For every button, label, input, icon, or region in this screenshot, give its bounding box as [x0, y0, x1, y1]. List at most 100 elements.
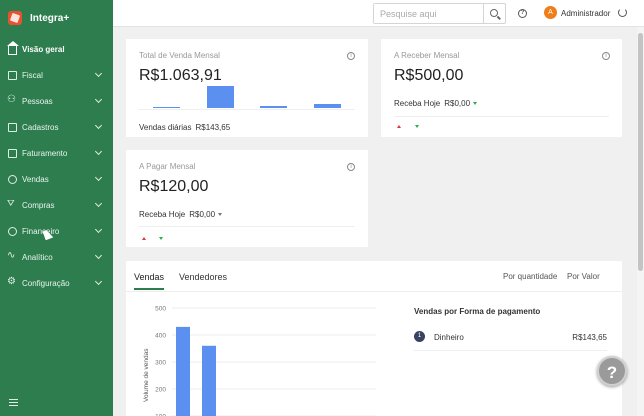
help-icon[interactable]: ?: [518, 9, 527, 18]
tab-vendedores[interactable]: Vendedores: [179, 272, 227, 282]
info-icon[interactable]: i: [602, 52, 610, 60]
trend-down-icon: [159, 237, 163, 240]
fiscal-icon: [8, 70, 17, 80]
collapse-menu-icon[interactable]: [9, 399, 18, 408]
chevron-down-icon: [94, 277, 103, 286]
payment-row: 1 Dinheiro R$143,65: [414, 331, 607, 342]
avatar[interactable]: A: [544, 6, 557, 19]
sales-bar-chart: 100200300400500Volume de vendas: [143, 306, 376, 416]
y-tick-label: 200: [155, 387, 166, 394]
chevron-down-icon: [94, 173, 103, 182]
card-value: R$1.063,91: [139, 67, 222, 84]
people-icon: [7, 94, 17, 106]
card-title: A Receber Mensal: [394, 51, 460, 60]
card-sub-label: Vendas diárias: [139, 123, 192, 132]
divider: [139, 226, 355, 227]
search-box: [373, 3, 506, 24]
info-icon[interactable]: i: [347, 163, 355, 171]
trend-up-icon: [397, 125, 401, 128]
caret-down-icon: [218, 213, 223, 217]
sidebar-nav: Visão geral Fiscal Pessoas Cadastros Fat…: [0, 36, 113, 296]
divider: [394, 116, 609, 117]
caret-down-icon: [473, 102, 478, 106]
chevron-down-icon: [94, 225, 103, 234]
search-icon: [490, 9, 498, 17]
money-icon: [8, 226, 17, 236]
billing-icon: [8, 148, 17, 158]
sidebar-item-visao-geral[interactable]: Visão geral: [0, 36, 113, 62]
tab-vendas[interactable]: Vendas: [134, 272, 165, 290]
card-sub-value: R$0,00: [189, 210, 216, 219]
card-value: R$500,00: [394, 67, 464, 84]
chevron-down-icon: [94, 121, 103, 130]
sidebar: Integra+ Visão geral Fiscal Pessoas Cada…: [0, 0, 113, 416]
sales-icon: [8, 174, 17, 184]
sales-tabs: Vendas Vendedores Por quantidade Por Val…: [126, 261, 622, 292]
sales-card: Vendas Vendedores Por quantidade Por Val…: [126, 261, 622, 416]
info-icon[interactable]: i: [347, 52, 355, 60]
payment-name: Dinheiro: [434, 333, 464, 342]
scrollbar[interactable]: [637, 27, 644, 416]
y-tick-label: 400: [155, 333, 166, 340]
tab-por-valor[interactable]: Por Valor: [567, 272, 600, 281]
chevron-down-icon: [94, 95, 103, 104]
y-tick-label: 300: [155, 360, 166, 367]
card-a-receber: A Receber Mensal R$500,00 i Receba Hoje R…: [381, 39, 622, 137]
scrollbar-thumb[interactable]: [638, 33, 643, 271]
rank-badge: 1: [414, 331, 425, 342]
card-sub-label: Receba Hoje: [139, 210, 186, 219]
card-sub-value: R$143,65: [195, 123, 231, 132]
sidebar-item-configuracao[interactable]: Configuração: [0, 270, 113, 296]
gear-icon: [7, 276, 17, 288]
card-title: A Pagar Mensal: [139, 162, 196, 171]
search-button[interactable]: [483, 4, 505, 23]
topbar: ? A Administrador: [113, 0, 644, 27]
sidebar-item-cadastros[interactable]: Cadastros: [0, 114, 113, 140]
brand[interactable]: Integra+: [8, 8, 69, 28]
payment-title: Vendas por Forma de pagamento: [414, 307, 541, 316]
chevron-down-icon: [94, 199, 103, 208]
user-name[interactable]: Administrador: [561, 9, 610, 18]
y-tick-label: 500: [155, 306, 166, 313]
sidebar-item-fiscal[interactable]: Fiscal: [0, 62, 113, 88]
logo-icon: [8, 11, 22, 25]
mini-bar: [260, 106, 287, 108]
card-sub-label: Receba Hoje: [394, 99, 441, 108]
card-total-venda: Total de Venda Mensal R$1.063,91 i Venda…: [126, 39, 368, 137]
register-icon: [8, 122, 17, 132]
mini-bar: [153, 106, 180, 108]
sidebar-item-vendas[interactable]: Vendas: [0, 166, 113, 192]
sidebar-item-financeiro[interactable]: Financeiro: [0, 218, 113, 244]
trend-up-icon: [142, 237, 146, 240]
card-sub[interactable]: Receba Hoje R$0,00: [394, 99, 478, 108]
sidebar-item-pessoas[interactable]: Pessoas: [0, 88, 113, 114]
mini-bar: [207, 86, 234, 108]
help-fab-button[interactable]: ?: [597, 356, 627, 386]
card-sub[interactable]: Receba Hoje R$0,00: [139, 210, 223, 219]
card-a-pagar: A Pagar Mensal R$120,00 i Receba Hoje R$0…: [126, 150, 368, 247]
analytics-icon: [7, 250, 17, 262]
refresh-icon[interactable]: [618, 8, 627, 17]
payment-amount: R$143,65: [572, 333, 607, 342]
divider: [139, 109, 355, 110]
sidebar-item-analitico[interactable]: Analítico: [0, 244, 113, 270]
search-input[interactable]: [374, 4, 483, 23]
sidebar-item-faturamento[interactable]: Faturamento: [0, 140, 113, 166]
card-title: Total de Venda Mensal: [139, 51, 220, 60]
sidebar-item-compras[interactable]: Compras: [0, 192, 113, 218]
card-sub: Vendas diárias R$143,65: [139, 123, 230, 132]
card-value: R$120,00: [139, 178, 209, 195]
chevron-down-icon: [94, 69, 103, 78]
mini-bar: [314, 104, 341, 108]
y-axis-label: Volume de vendas: [143, 348, 150, 402]
cart-icon: [7, 198, 17, 210]
chevron-down-icon: [94, 147, 103, 156]
app-name: Integra+: [30, 12, 70, 24]
chart-bar: [202, 345, 216, 416]
chevron-down-icon: [94, 251, 103, 260]
trend-down-icon: [415, 125, 419, 128]
chart-bar: [176, 326, 190, 416]
card-sub-value: R$0,00: [444, 99, 471, 108]
home-icon: [7, 40, 19, 55]
tab-por-quantidade[interactable]: Por quantidade: [503, 272, 557, 281]
